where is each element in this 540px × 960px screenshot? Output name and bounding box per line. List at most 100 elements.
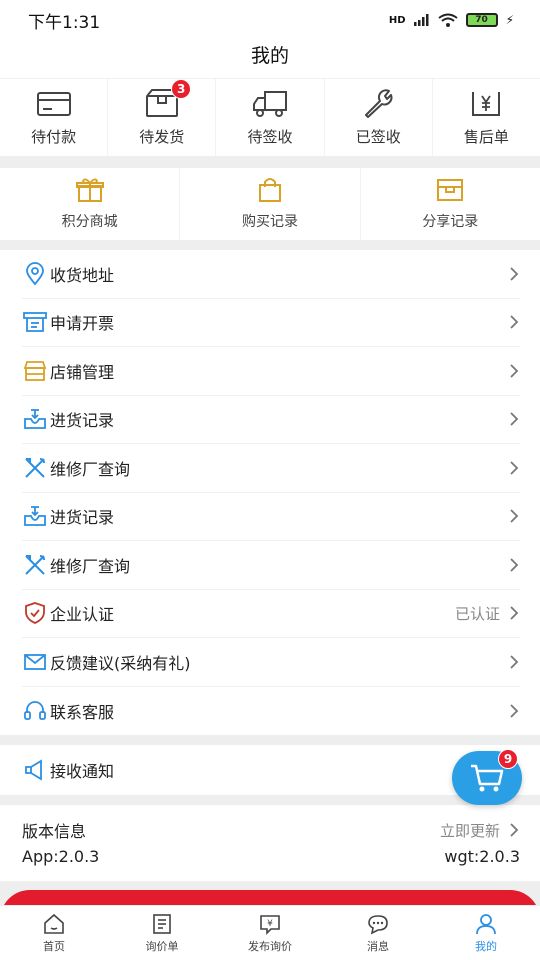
version-title: 版本信息 <box>22 822 87 841</box>
chevron-right-icon <box>510 315 519 329</box>
menu-stock-records[interactable]: 进货记录 <box>22 396 520 444</box>
list-doc-icon <box>153 913 171 934</box>
menu-label: 申请开票 <box>50 314 115 334</box>
signal-icon <box>413 14 429 26</box>
app-version: App:2.0.3 <box>22 846 100 866</box>
order-after-sales[interactable]: 售后单 <box>433 79 540 156</box>
order-pending-payment[interactable]: 待付款 <box>0 79 109 156</box>
tab-messages[interactable]: 消息 <box>324 906 432 960</box>
network-label: HD <box>388 14 406 26</box>
menu-label: 反馈建议(采纳有礼) <box>50 653 191 673</box>
wgt-version: wgt:2.0.3 <box>444 846 520 866</box>
inbox-icon <box>24 506 46 527</box>
gift-icon <box>75 178 104 202</box>
chevron-right-icon <box>510 509 519 523</box>
bottom-tab-bar: 首页 询价单 ¥ 发布询价 消息 我的 <box>0 905 540 960</box>
battery-icon: 70 <box>465 13 498 27</box>
tab-label: 发布询价 <box>248 939 292 953</box>
tools-icon <box>25 457 45 478</box>
svg-text:¥: ¥ <box>267 919 273 929</box>
tab-inquiries[interactable]: 询价单 <box>108 906 216 960</box>
share-records[interactable]: 分享记录 <box>361 168 540 240</box>
menu-address[interactable]: 收货地址 <box>22 250 520 299</box>
page-title: 我的 <box>250 45 289 67</box>
shield-check-icon <box>25 602 45 625</box>
order-pending-shipment[interactable]: 3 待发货 <box>108 79 217 156</box>
cert-status: 已认证 <box>454 604 500 623</box>
bag-icon <box>258 178 281 202</box>
update-now-button[interactable]: 立即更新 <box>440 820 520 841</box>
order-label: 待发货 <box>139 128 185 146</box>
location-icon <box>26 261 44 286</box>
chevron-right-icon <box>510 364 519 378</box>
mall-label: 购买记录 <box>241 214 298 230</box>
menu-invoice[interactable]: 申请开票 <box>22 299 520 347</box>
menu-label: 进货记录 <box>50 411 115 431</box>
menu-enterprise-cert[interactable]: 企业认证 已认证 <box>22 590 520 638</box>
menu-customer-service[interactable]: 联系客服 <box>22 687 520 736</box>
wrench-icon <box>365 89 393 118</box>
menu-label: 收货地址 <box>50 265 115 285</box>
status-bar: 下午1:31 HD 70 ⚡ <box>0 0 540 40</box>
version-info: 版本信息 立即更新 App:2.0.3 wgt:2.0.3 <box>0 805 540 881</box>
shop-icon <box>23 360 47 381</box>
status-icons: HD 70 ⚡ <box>389 13 514 27</box>
order-label: 待付款 <box>31 128 77 146</box>
chevron-right-icon <box>510 823 519 837</box>
chevron-right-icon <box>510 606 519 620</box>
truck-icon <box>253 91 287 117</box>
tab-label: 首页 <box>43 939 65 953</box>
tab-publish-inquiry[interactable]: ¥ 发布询价 <box>216 906 324 960</box>
mall-row: 积分商城 购买记录 分享记录 <box>0 168 540 240</box>
menu-feedback[interactable]: 反馈建议(采纳有礼) <box>22 638 520 687</box>
points-mall[interactable]: 积分商城 <box>0 168 181 240</box>
tab-home[interactable]: 首页 <box>0 906 108 960</box>
chat-icon <box>368 914 388 934</box>
charging-icon: ⚡ <box>505 13 514 27</box>
cart-fab-button[interactable]: 9 <box>452 749 522 805</box>
settings-menu: 收货地址 申请开票 店铺管理 进货记录 维修厂查询 进货记录 维修厂查询 企业认… <box>0 250 540 735</box>
order-received[interactable]: 已签收 <box>325 79 433 156</box>
inbox-icon <box>24 409 46 430</box>
chevron-right-icon <box>510 412 519 426</box>
menu-repair-query[interactable]: 维修厂查询 <box>22 444 520 493</box>
notify-label: 接收通知 <box>50 762 115 781</box>
tab-label: 消息 <box>367 939 389 953</box>
chevron-right-icon <box>510 461 519 475</box>
menu-stock-records[interactable]: 进货记录 <box>22 493 520 541</box>
share-box-icon <box>437 179 464 201</box>
menu-label: 维修厂查询 <box>50 459 131 479</box>
megaphone-icon <box>25 759 42 781</box>
tab-mine[interactable]: 我的 <box>432 906 540 960</box>
home-icon <box>44 913 64 934</box>
tab-label: 我的 <box>475 939 497 953</box>
order-badge: 3 <box>171 79 192 99</box>
menu-label: 店铺管理 <box>50 362 115 382</box>
menu-repair-query[interactable]: 维修厂查询 <box>22 541 520 590</box>
purchase-records[interactable]: 购买记录 <box>180 168 361 240</box>
cart-icon <box>471 764 504 792</box>
yen-icon <box>472 92 501 116</box>
card-icon <box>36 92 71 116</box>
mall-label: 积分商城 <box>61 214 118 230</box>
order-label: 待签收 <box>247 128 293 146</box>
chevron-right-icon <box>510 655 519 669</box>
wifi-icon <box>437 13 458 27</box>
chevron-right-icon <box>510 267 519 281</box>
page-title-bar: 我的 <box>0 40 540 78</box>
update-label: 立即更新 <box>439 821 500 840</box>
mall-label: 分享记录 <box>422 214 479 230</box>
status-time: 下午1:31 <box>28 12 101 33</box>
menu-label: 进货记录 <box>50 508 115 528</box>
chevron-right-icon <box>510 704 519 718</box>
chevron-right-icon <box>510 558 519 572</box>
invoice-icon <box>23 312 47 333</box>
order-label: 已签收 <box>355 128 401 146</box>
menu-label: 企业认证 <box>50 605 115 625</box>
headset-icon <box>24 700 46 720</box>
cart-badge: 9 <box>498 749 518 769</box>
user-icon <box>476 913 496 934</box>
order-label: 售后单 <box>463 128 509 146</box>
order-pending-receipt[interactable]: 待签收 <box>216 79 325 156</box>
menu-shop[interactable]: 店铺管理 <box>22 347 520 396</box>
